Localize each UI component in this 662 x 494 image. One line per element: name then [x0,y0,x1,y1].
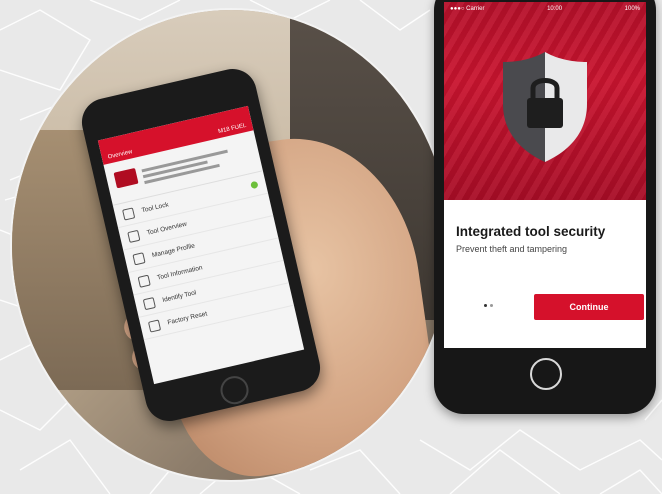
right-phone-screen: ●●●○ Carrier 10:00 100% Integrated tool … [444,2,646,348]
security-hero [444,2,646,200]
menu-item-label: Identify Tool [161,288,197,304]
page-subtitle: Prevent theft and tampering [456,244,568,254]
home-button[interactable] [217,373,252,407]
menu-item-label: Factory Reset [166,309,208,326]
page-title: Integrated tool security [456,224,606,239]
status-bar: ●●●○ Carrier 10:00 100% [444,2,646,16]
identify-icon [142,296,156,310]
shield-lock-icon [503,52,587,162]
profile-icon [132,251,146,265]
page-dot [490,304,493,307]
page-dot-active [484,304,487,307]
clock-label: 10:00 [547,6,563,12]
page-indicator[interactable] [484,304,493,307]
tool-thumbnail [113,167,139,189]
status-dot-icon [250,180,259,189]
right-phone: ●●●○ Carrier 10:00 100% Integrated tool … [434,0,656,414]
menu-item-label: Tool Overview [146,220,188,237]
overview-icon [127,229,141,243]
battery-label: 100% [624,6,640,12]
lock-icon [121,206,136,221]
info-icon [137,274,151,288]
home-button[interactable] [530,358,562,390]
carrier-label: ●●●○ Carrier [450,6,485,12]
menu-item-label: Manage Profile [151,242,196,259]
menu-item-label: Tool Information [156,263,204,282]
menu-item-label: Tool Lock [140,200,170,214]
reset-icon [147,318,162,333]
continue-button[interactable]: Continue [534,294,644,320]
